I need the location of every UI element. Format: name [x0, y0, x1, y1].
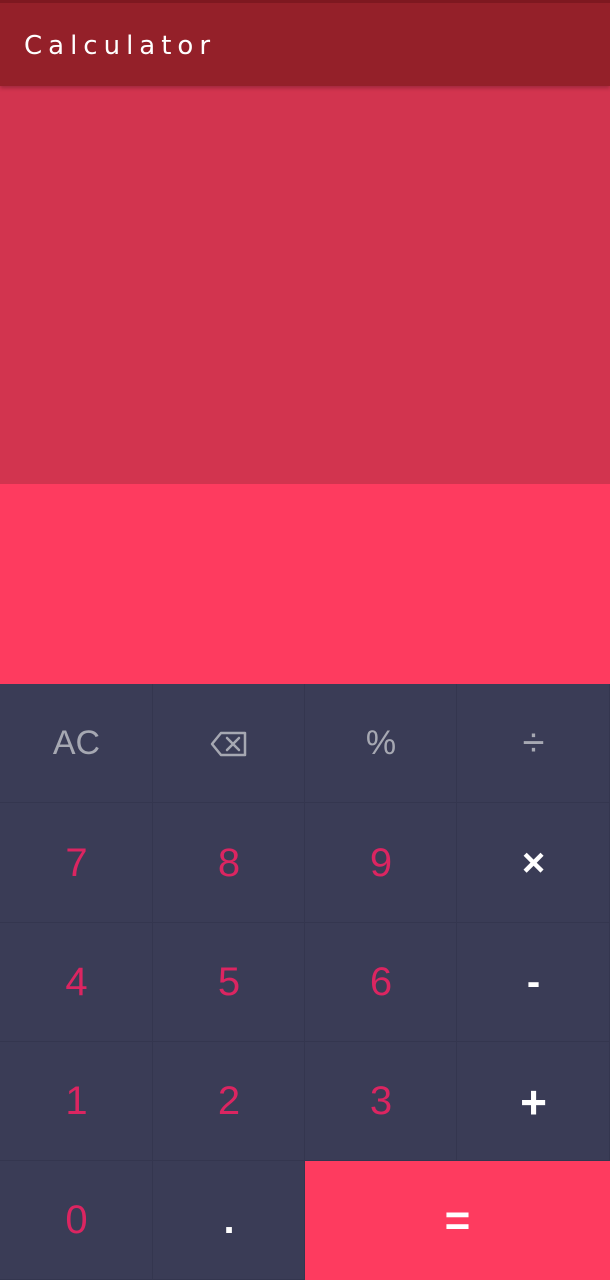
calculator-app: Calculator AC % ÷ 7 8 9 × 4 5 6 - 1 2 3 …: [0, 0, 610, 1280]
app-bar: Calculator: [0, 0, 610, 86]
digit-6-button[interactable]: 6: [305, 923, 457, 1042]
clear-button[interactable]: AC: [0, 684, 153, 803]
digit-2-button[interactable]: 2: [153, 1042, 305, 1161]
multiply-button[interactable]: ×: [457, 803, 610, 923]
backspace-button[interactable]: [153, 684, 305, 803]
digit-0-button[interactable]: 0: [0, 1161, 153, 1280]
digit-1-button[interactable]: 1: [0, 1042, 153, 1161]
digit-8-button[interactable]: 8: [153, 803, 305, 923]
digit-3-button[interactable]: 3: [305, 1042, 457, 1161]
app-title: Calculator: [24, 31, 217, 61]
divide-button[interactable]: ÷: [457, 684, 610, 803]
digit-4-button[interactable]: 4: [0, 923, 153, 1042]
digit-5-button[interactable]: 5: [153, 923, 305, 1042]
result-display: [0, 484, 610, 684]
subtract-button[interactable]: -: [457, 923, 610, 1042]
history-display: [0, 86, 610, 484]
digit-7-button[interactable]: 7: [0, 803, 153, 923]
keypad: AC % ÷ 7 8 9 × 4 5 6 - 1 2 3 + 0 . =: [0, 684, 610, 1280]
add-button[interactable]: +: [457, 1042, 610, 1161]
digit-9-button[interactable]: 9: [305, 803, 457, 923]
percent-button[interactable]: %: [305, 684, 457, 803]
decimal-button[interactable]: .: [153, 1161, 305, 1280]
backspace-icon: [210, 731, 247, 756]
equals-button[interactable]: =: [305, 1161, 610, 1280]
